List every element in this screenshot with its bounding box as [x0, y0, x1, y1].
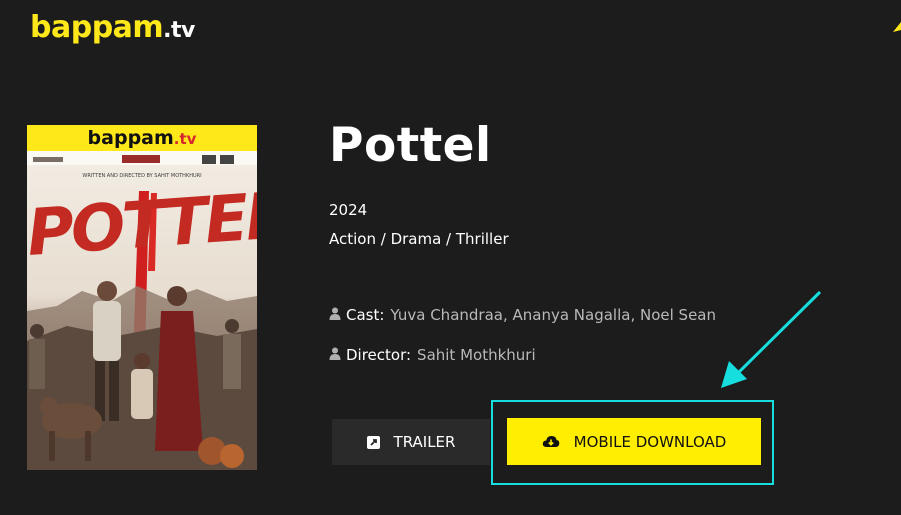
poster-logo: bappam.tv — [87, 127, 197, 149]
cast-label: Cast: — [346, 306, 385, 324]
user-icon — [329, 346, 341, 364]
movie-title: Pottel — [329, 118, 492, 173]
cast-row: Cast: Yuva Chandraa, Ananya Nagalla, Noe… — [329, 306, 716, 324]
trailer-button-label: TRAILER — [393, 433, 456, 451]
menu-arrow-icon[interactable] — [893, 18, 901, 36]
site-logo-main: bappam — [30, 10, 164, 45]
director-value: Sahit Mothkhuri — [417, 346, 536, 364]
movie-poster: bappam.tv WRITTEN AND DIRECTED BY SAHIT … — [27, 125, 257, 470]
user-icon — [329, 306, 341, 324]
trailer-button[interactable]: TRAILER — [332, 419, 490, 465]
movie-year: 2024 — [329, 201, 368, 219]
movie-genres: Action / Drama / Thriller — [329, 230, 509, 248]
director-label: Director: — [346, 346, 412, 364]
mobile-download-label: MOBILE DOWNLOAD — [573, 432, 727, 451]
poster-logo-band: bappam.tv — [27, 125, 257, 151]
poster-title-art: POTTEL — [27, 179, 257, 271]
site-logo[interactable]: bappam.tv — [30, 10, 195, 45]
mobile-download-button[interactable]: MOBILE DOWNLOAD — [507, 418, 761, 465]
director-row: Director: Sahit Mothkhuri — [329, 346, 536, 364]
poster-credits: WRITTEN AND DIRECTED BY SAHIT MOTHKHURI — [82, 173, 202, 179]
cloud-download-icon — [542, 435, 560, 448]
pointer-arrow — [721, 290, 822, 388]
site-logo-tld: .tv — [163, 18, 195, 43]
external-link-icon — [366, 435, 380, 449]
cast-value: Yuva Chandraa, Ananya Nagalla, Noel Sean — [390, 306, 716, 324]
